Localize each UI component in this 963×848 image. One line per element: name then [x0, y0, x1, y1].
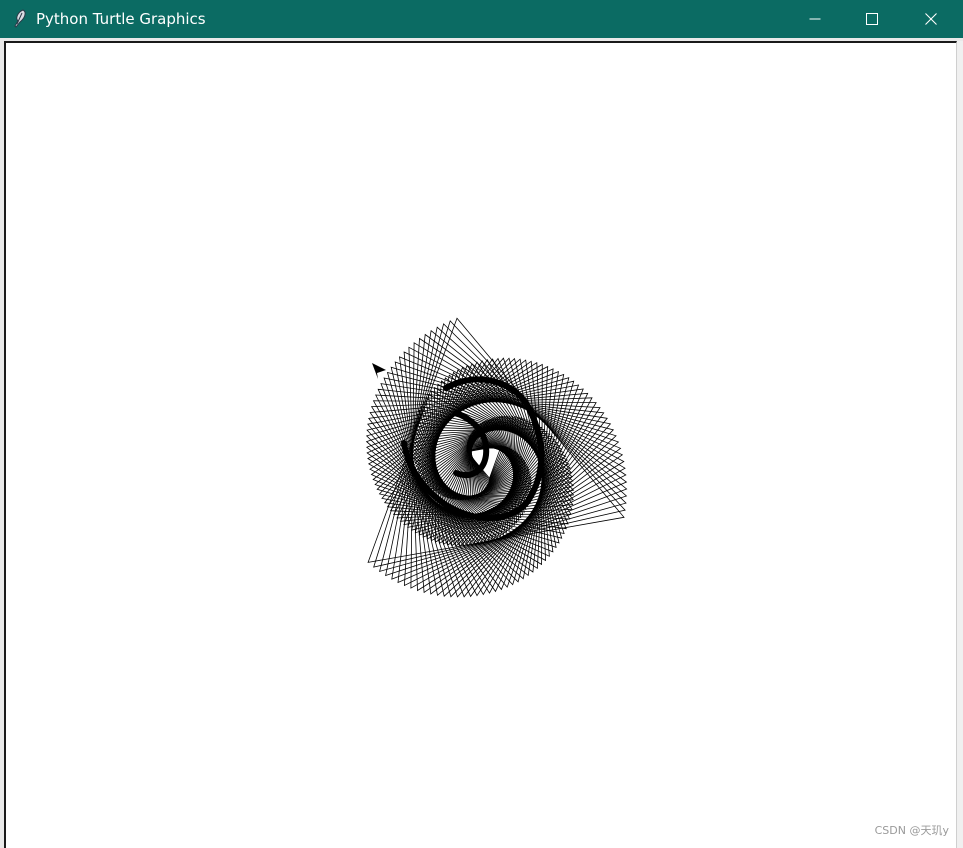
turtle-arrow-icon [372, 363, 386, 379]
window-client-area [0, 38, 963, 848]
title-bar[interactable]: Python Turtle Graphics [0, 0, 963, 38]
maximize-icon [866, 13, 878, 25]
minimize-icon [809, 13, 821, 25]
maximize-button[interactable] [843, 0, 901, 38]
watermark: CSDN @天玑y [874, 824, 949, 837]
window-title: Python Turtle Graphics [36, 10, 206, 28]
close-button[interactable] [902, 0, 960, 38]
close-icon [925, 13, 937, 25]
canvas-right-edge [957, 41, 963, 848]
minimize-button[interactable] [786, 0, 844, 38]
turtle-canvas-frame[interactable] [4, 41, 957, 848]
turtle-drawing-canvas[interactable] [6, 43, 956, 848]
feather-icon [12, 9, 28, 29]
spiral-triangle-pattern [365, 317, 628, 598]
turtle-window: Python Turtle Graphics CSDN @天玑y [0, 0, 963, 848]
